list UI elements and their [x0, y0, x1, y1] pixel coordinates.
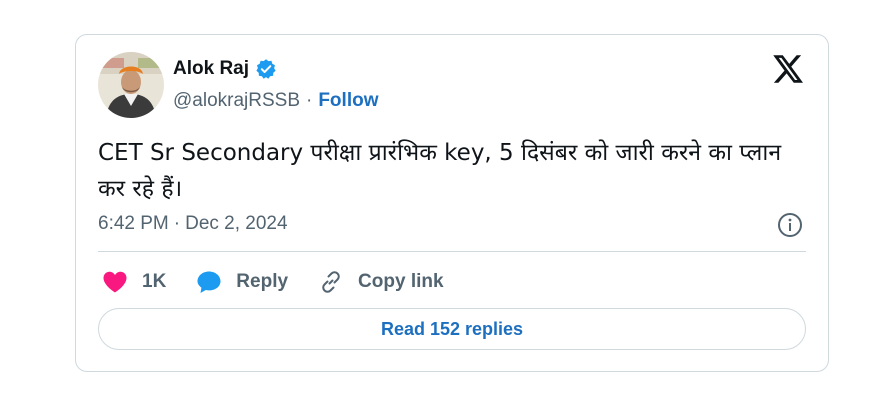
- reply-bubble-icon: [196, 270, 222, 294]
- author-name-row: Alok Raj: [173, 57, 277, 81]
- copy-link-label: Copy link: [358, 271, 444, 292]
- heart-icon: [102, 270, 128, 294]
- author-handle-row: @alokrajRSSB · Follow: [173, 89, 378, 113]
- info-icon[interactable]: [777, 212, 803, 238]
- like-button[interactable]: 1K: [102, 270, 166, 294]
- author-handle[interactable]: @alokrajRSSB: [173, 89, 300, 113]
- reply-label: Reply: [236, 271, 289, 292]
- tweet-time: 6:42 PM: [98, 213, 169, 234]
- copy-link-button[interactable]: Copy link: [318, 269, 444, 295]
- avatar[interactable]: [98, 52, 164, 118]
- verified-badge-icon: [255, 58, 277, 80]
- read-replies-button[interactable]: Read 152 replies: [98, 308, 806, 350]
- author-display-name[interactable]: Alok Raj: [173, 57, 249, 81]
- link-icon: [318, 269, 344, 295]
- tweet-actions: 1K Reply Copy link: [102, 267, 474, 297]
- handle-separator: ·: [306, 90, 313, 111]
- tweet-embed-card: Alok Raj @alokrajRSSB · Follow CET Sr Se…: [75, 34, 829, 372]
- follow-button[interactable]: Follow: [318, 89, 378, 113]
- reply-button[interactable]: Reply: [196, 270, 288, 294]
- divider: [98, 251, 806, 252]
- tweet-text: CET Sr Secondary परीक्षा प्रारंभिक key, …: [98, 140, 782, 202]
- x-logo-icon[interactable]: [773, 55, 803, 85]
- timestamp-separator: ·: [173, 213, 181, 234]
- like-count: 1K: [142, 271, 167, 292]
- tweet-timestamp[interactable]: 6:42 PM · Dec 2, 2024: [98, 212, 288, 236]
- tweet-date: Dec 2, 2024: [185, 213, 288, 234]
